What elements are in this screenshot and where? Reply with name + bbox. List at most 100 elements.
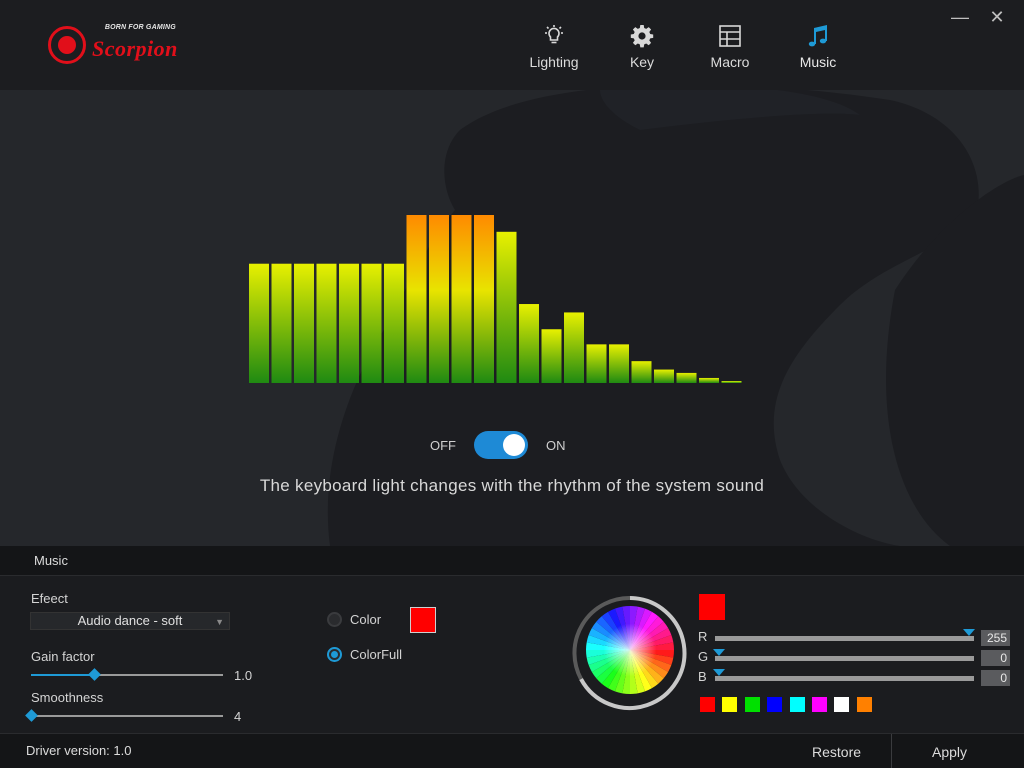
equalizer-bar — [541, 329, 562, 383]
apply-button[interactable]: Apply — [932, 744, 967, 760]
equalizer-bar — [451, 215, 472, 383]
effect-select[interactable]: Audio dance - soft ▼ — [30, 612, 230, 630]
b-slider-thumb[interactable] — [713, 669, 725, 676]
driver-version: Driver version: 1.0 — [26, 743, 132, 758]
footer-divider — [891, 734, 892, 768]
equalizer-bar — [474, 215, 494, 383]
equalizer-bar — [361, 263, 382, 383]
main-nav: Lighting Key Macro Music — [510, 22, 862, 70]
equalizer-bar — [271, 263, 292, 383]
equalizer-bar — [609, 344, 629, 383]
nav-macro[interactable]: Macro — [686, 22, 774, 70]
color-radio-label: Color — [350, 612, 382, 627]
minimize-button[interactable]: — — [949, 6, 971, 28]
restore-button[interactable]: Restore — [812, 744, 861, 760]
equalizer-bar — [676, 372, 697, 383]
g-label: G — [698, 649, 709, 664]
smoothness-label: Smoothness — [31, 690, 104, 705]
equalizer-bar — [496, 231, 517, 383]
gain-value: 1.0 — [234, 668, 253, 683]
equalizer-bar — [429, 215, 449, 383]
equalizer-bar — [249, 263, 269, 383]
section-bar: Music — [0, 546, 1024, 576]
colorfull-radio[interactable] — [327, 647, 342, 662]
color-radio[interactable] — [327, 612, 342, 627]
music-toggle-row: OFF ON — [430, 430, 600, 460]
toggle-off-label: OFF — [430, 437, 456, 453]
toggle-on-label: ON — [546, 437, 566, 453]
color-preview — [699, 594, 725, 620]
music-toggle[interactable] — [474, 431, 528, 459]
r-value-field[interactable]: 255 — [981, 630, 1010, 646]
nav-lighting[interactable]: Lighting — [510, 22, 598, 70]
g-slider[interactable] — [713, 649, 974, 661]
scorpion-logo-icon — [48, 26, 86, 64]
color-wheel-center — [586, 606, 674, 694]
equalizer-bar — [519, 304, 539, 383]
section-title: Music — [34, 553, 68, 568]
gain-label: Gain factor — [31, 649, 95, 664]
color-swatch[interactable] — [744, 697, 760, 712]
equalizer-bar — [294, 263, 314, 383]
equalizer-bar — [631, 361, 652, 383]
g-value-field[interactable]: 0 — [981, 650, 1010, 666]
equalizer-bar — [564, 312, 584, 383]
gain-slider-fill — [31, 674, 95, 676]
smoothness-slider-thumb[interactable] — [25, 709, 38, 722]
color-swatch[interactable] — [811, 697, 827, 712]
music-note-icon — [774, 22, 862, 50]
equalizer-bar — [586, 344, 607, 383]
nav-music-label: Music — [799, 54, 837, 70]
color-swatch[interactable] — [700, 697, 715, 712]
toggle-knob — [503, 434, 525, 456]
equalizer-bar — [316, 263, 337, 383]
b-slider[interactable] — [713, 669, 974, 681]
effect-select-value: Audio dance - soft — [77, 613, 183, 628]
brand-name: Scorpion — [92, 36, 178, 61]
b-value-field[interactable]: 0 — [981, 670, 1010, 686]
app-footer: Driver version: 1.0 Restore Apply — [0, 733, 1024, 768]
equalizer-bar — [721, 381, 742, 383]
color-swatch[interactable] — [767, 697, 783, 712]
color-swatch[interactable] — [789, 697, 805, 712]
equalizer-bar — [699, 377, 719, 383]
gear-icon — [598, 22, 686, 50]
close-button[interactable]: ✕ — [986, 6, 1008, 28]
nav-music[interactable]: Music — [774, 22, 862, 70]
equalizer-bar — [339, 263, 359, 383]
gain-slider-thumb[interactable] — [88, 668, 102, 681]
g-slider-thumb[interactable] — [713, 649, 725, 656]
equalizer-bar — [406, 215, 427, 383]
equalizer-bar — [654, 369, 674, 383]
smoothness-value: 4 — [234, 709, 242, 724]
color-swatch[interactable] — [834, 697, 850, 712]
r-slider-thumb[interactable] — [963, 629, 975, 636]
music-visualizer-area: OFF ON The keyboard light changes with t… — [0, 90, 1024, 546]
color-swatch[interactable] — [722, 697, 738, 712]
equalizer-bar — [384, 263, 404, 383]
brand-wordmark: BORN FOR GAMING Scorpion — [92, 24, 178, 62]
color-wheel[interactable] — [572, 595, 688, 711]
nav-key-label: Key — [629, 54, 655, 70]
color-swatch[interactable] — [856, 697, 872, 712]
effect-label: Efeect — [31, 591, 68, 606]
chevron-down-icon: ▼ — [215, 617, 224, 627]
color-chip[interactable] — [410, 607, 436, 633]
colorfull-radio-label: ColorFull — [350, 647, 403, 662]
b-label: B — [698, 669, 707, 684]
brand-tagline: BORN FOR GAMING — [104, 24, 176, 31]
nav-lighting-label: Lighting — [529, 54, 579, 70]
music-description: The keyboard light changes with the rhyt… — [259, 476, 765, 495]
nav-key[interactable]: Key — [598, 22, 686, 70]
app-header: BORN FOR GAMING Scorpion Lighting Key Ma… — [0, 0, 1024, 90]
grid-icon — [686, 22, 774, 50]
brand-logo: BORN FOR GAMING Scorpion — [48, 24, 178, 64]
smoothness-slider[interactable] — [25, 709, 223, 722]
r-slider[interactable] — [715, 629, 975, 641]
gain-slider[interactable] — [31, 668, 223, 681]
lightbulb-icon — [510, 22, 598, 50]
color-swatches — [700, 697, 879, 712]
nav-macro-label: Macro — [710, 54, 750, 70]
r-label: R — [698, 629, 708, 644]
settings-panel: Efeect Audio dance - soft ▼ Gain factor … — [0, 577, 1024, 733]
